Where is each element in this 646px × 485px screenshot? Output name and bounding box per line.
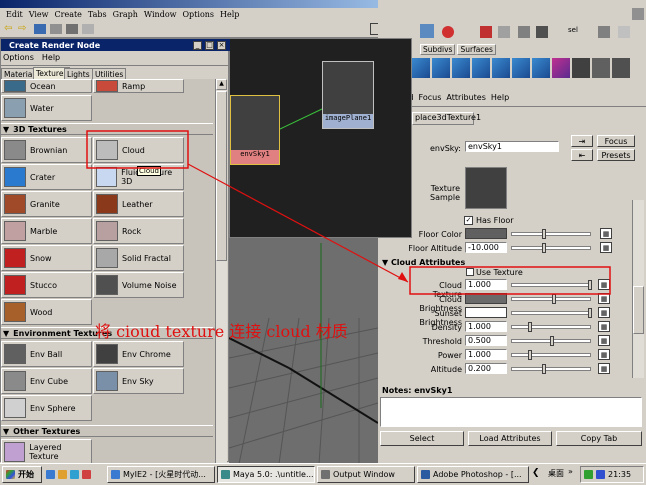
tray-icon[interactable] [596,470,605,479]
annotation-arrowhead [398,272,408,282]
tray-icon[interactable] [584,470,593,479]
task-label: Maya 5.0: .\untitle... [233,470,314,479]
start-label: 开始 [18,470,34,479]
desktop-toolbar-label[interactable]: 桌面 [548,468,564,479]
task-label: Output Window [333,470,395,479]
task-label: MyIE2 - [火星时代动... [123,470,206,479]
cloud-texture-highlight-box [409,266,611,295]
start-button[interactable]: 开始 [2,466,42,483]
task-photoshop[interactable]: Adobe Photoshop - [... [417,466,529,483]
windows-logo-icon [6,470,15,479]
photoshop-icon [421,470,430,479]
task-myie2[interactable]: MyIE2 - [火星时代动... [107,466,215,483]
app-icon[interactable] [82,470,91,479]
folder-icon[interactable] [58,470,67,479]
annotation-overlay [86,130,611,295]
myie-icon [111,470,120,479]
maya-icon [221,470,230,479]
task-output-window[interactable]: Output Window [317,466,415,483]
cloud-highlight-box [86,130,189,169]
task-maya[interactable]: Maya 5.0: .\untitle... [217,466,315,483]
annotation-arrow-line [187,163,409,283]
browser-icon[interactable] [46,470,55,479]
system-tray: 21:35 [580,466,644,483]
tray-expand-icon[interactable]: » [568,467,573,476]
annotation-text: 将 cioud texture 连接 cloud 材质 [95,322,348,341]
tray-arrow-icon[interactable]: ❮ [532,468,540,478]
quick-launch [46,467,106,482]
output-icon [321,470,330,479]
desktop-icon[interactable] [70,470,79,479]
clock[interactable]: 21:35 [608,470,631,479]
task-label: Adobe Photoshop - [... [433,470,522,479]
